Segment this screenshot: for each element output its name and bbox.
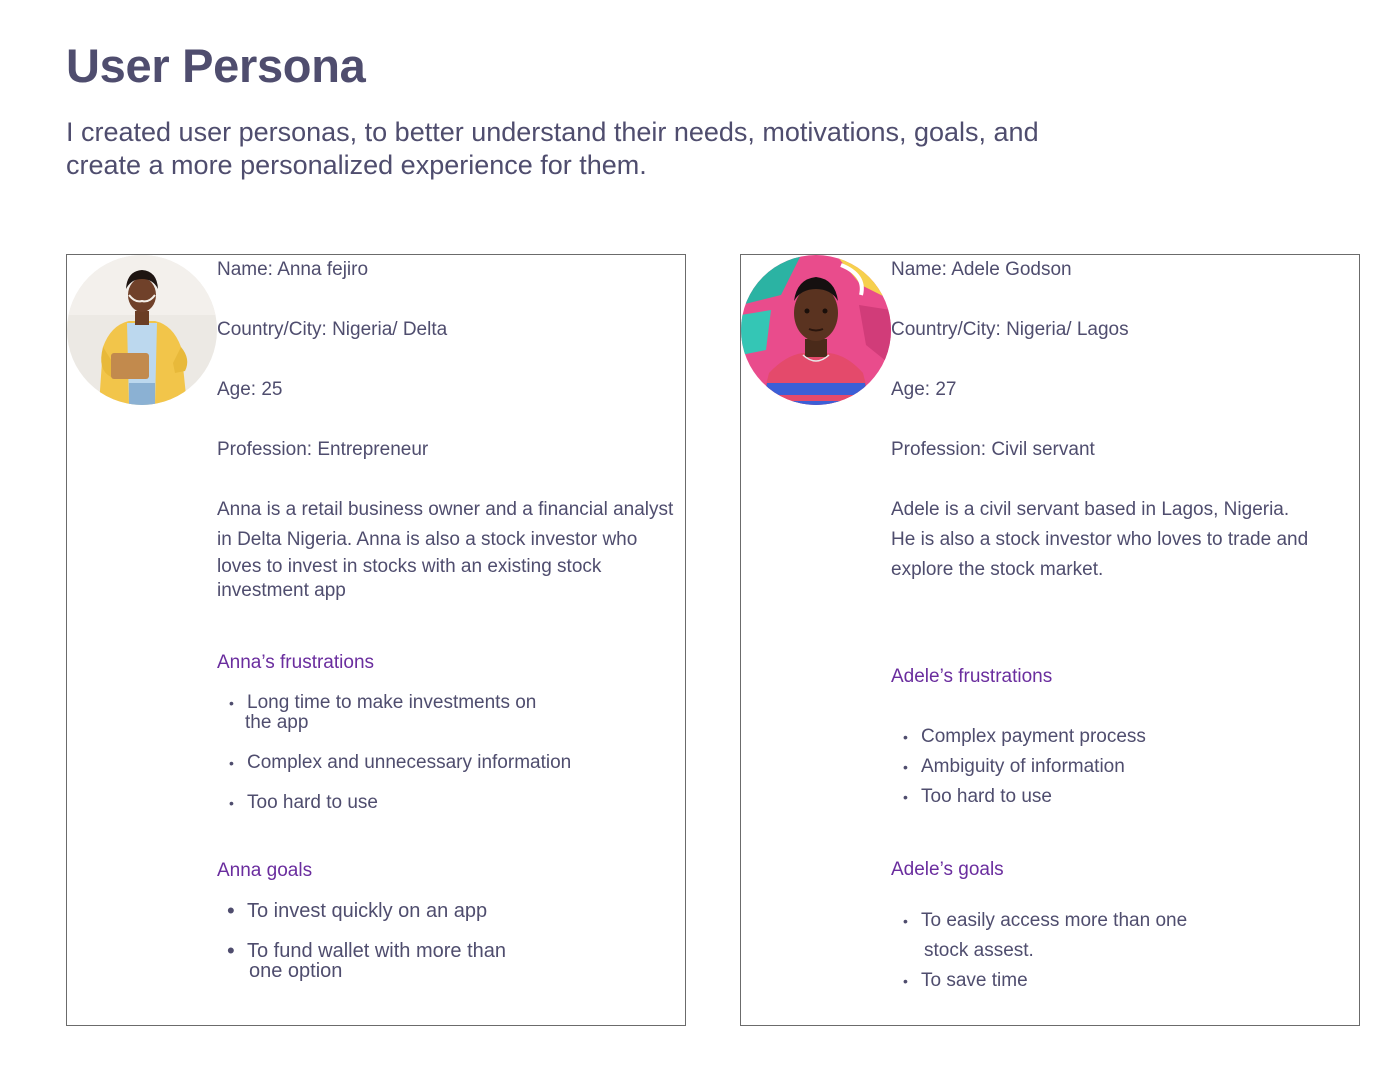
frustrations-heading: Adele’s frustrations [891, 666, 1053, 687]
bullet-icon: • [903, 913, 908, 929]
bio-line: in Delta Nigeria. Anna is also a stock i… [217, 529, 638, 550]
user-persona-page: User Persona I created user personas, to… [0, 0, 1400, 1084]
persona-card-anna: Name: Anna fejiro Country/City: Nigeria/… [66, 254, 686, 1026]
subtitle-line-2: create a more personalized experience fo… [66, 150, 647, 180]
bio-line: Anna is a retail business owner and a fi… [217, 499, 674, 520]
bullet-icon: • [227, 898, 235, 923]
persona-profession: Profession: Civil servant [891, 439, 1095, 460]
subtitle-line-1: I created user personas, to better under… [66, 117, 1039, 147]
bio-line: investment app [217, 580, 346, 601]
bullet-icon: • [229, 695, 234, 711]
bio-line: explore the stock market. [891, 559, 1104, 580]
avatar [741, 255, 891, 405]
goals-heading: Anna goals [217, 860, 313, 881]
bio-line: He is also a stock investor who loves to… [891, 529, 1309, 550]
persona-age: Age: 27 [891, 379, 957, 400]
persona-name: Name: Adele Godson [891, 259, 1072, 280]
persona-location: Country/City: Nigeria/ Delta [217, 319, 448, 340]
persona-location: Country/City: Nigeria/ Lagos [891, 319, 1129, 340]
bio-line: loves to invest in stocks with an existi… [217, 556, 602, 577]
bullet-icon: • [903, 729, 908, 745]
avatar [67, 255, 217, 405]
page-title: User Persona [66, 39, 366, 92]
bullet-icon: • [903, 759, 908, 775]
persona-profession: Profession: Entrepreneur [217, 439, 429, 460]
persona-bio: Anna is a retail business owner and a fi… [217, 495, 673, 603]
bio-line: Adele is a civil servant based in Lagos,… [891, 499, 1290, 520]
persona-age: Age: 25 [217, 379, 283, 400]
bullet-icon: • [903, 789, 908, 805]
persona-card-adele: Name: Adele Godson Country/City: Nigeria… [740, 254, 1360, 1026]
page-subtitle: I created user personas, to better under… [66, 116, 1106, 182]
persona-bio: Adele is a civil servant based in Lagos,… [891, 495, 1308, 585]
man-graffiti-wall-photo-icon [741, 255, 891, 405]
bullet-icon: • [229, 755, 234, 771]
persona-name: Name: Anna fejiro [217, 259, 369, 280]
frustrations-heading: Anna’s frustrations [217, 652, 375, 673]
woman-yellow-blazer-photo-icon [67, 255, 217, 405]
goals-heading: Adele’s goals [891, 859, 1004, 880]
bullet-icon: • [229, 795, 234, 811]
bullet-icon: • [903, 973, 908, 989]
bullet-icon: • [227, 938, 235, 963]
